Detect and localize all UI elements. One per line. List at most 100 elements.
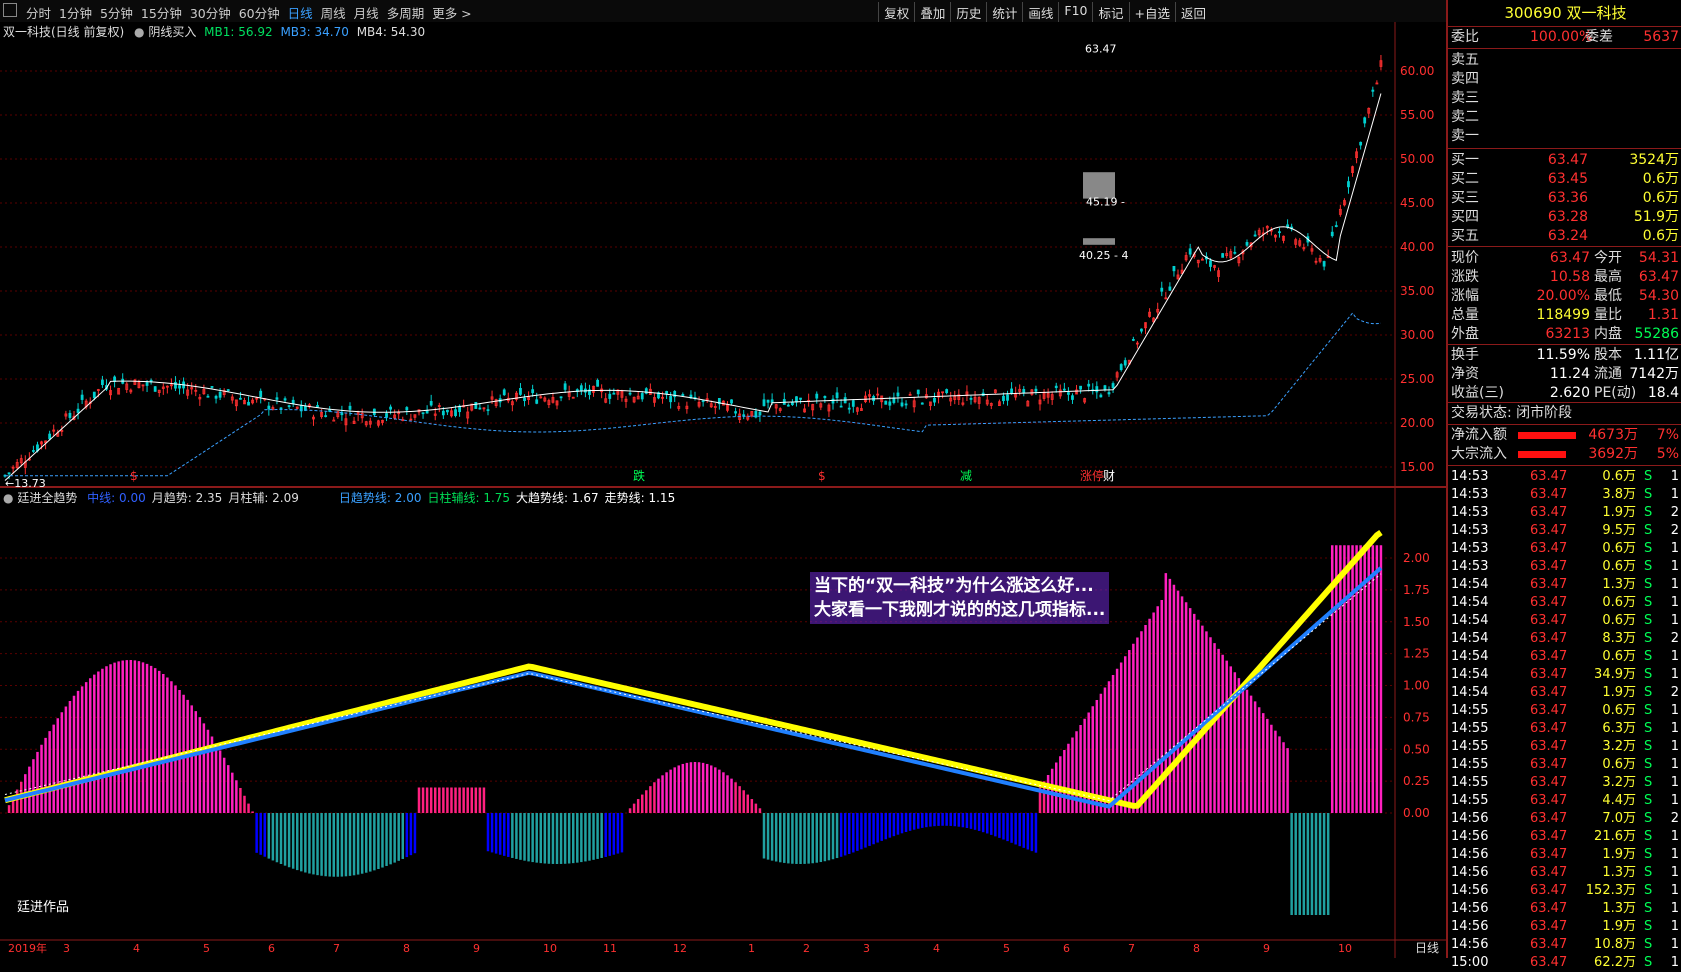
candle-body (259, 390, 263, 398)
candle-body (405, 407, 409, 411)
bid-label: 买四 (1451, 209, 1479, 225)
quote-stat-row: 现价 63.47 今开 54.31 (1448, 249, 1681, 268)
toolbar-button[interactable]: +自选 (1128, 2, 1175, 23)
candle-body (1087, 383, 1091, 387)
period-tab[interactable]: 多周期 (383, 2, 429, 23)
stat-value: 2.620 (1549, 385, 1590, 401)
bid-volume: 0.6万 (1642, 171, 1679, 187)
flow-value: 4673万 (1588, 427, 1638, 443)
indicator-toggle-icon[interactable]: ● (134, 25, 144, 39)
tick-time: 14:56 (1451, 829, 1489, 844)
tick-side: S (1644, 739, 1653, 754)
price-tick-label: 45.00 (1400, 196, 1434, 210)
candle-body (1131, 338, 1135, 341)
period-tab[interactable]: 30分钟 (186, 2, 235, 23)
time-axis-label: 8 (1193, 942, 1200, 955)
tick-time: 14:54 (1451, 685, 1489, 700)
period-tab[interactable]: 更多 > (428, 2, 475, 23)
period-tab[interactable]: 1分钟 (55, 2, 96, 23)
period-tab[interactable]: 周线 (317, 2, 350, 23)
tick-volume: 21.6万 (1594, 829, 1636, 844)
tick-volume: 6.3万 (1602, 721, 1636, 736)
candle-body (734, 411, 737, 414)
candle-body (933, 397, 936, 403)
stat-label: 换手 (1451, 347, 1479, 363)
menu-icon[interactable] (3, 3, 17, 17)
toolbar-button[interactable]: 统计 (986, 2, 1022, 23)
tick-row: 14:56 63.47 7.0万 S 2 (1448, 810, 1681, 828)
bid-label: 买一 (1451, 152, 1479, 168)
candle-body (1359, 141, 1363, 146)
candle-body (563, 383, 567, 390)
ask-row: 卖五 (1448, 51, 1681, 70)
tick-volume: 10.8万 (1594, 937, 1636, 952)
tick-count: 1 (1670, 559, 1679, 574)
bid-volume: 3524万 (1629, 152, 1679, 168)
candle-body (847, 407, 851, 410)
stat-label: 涨跌 (1451, 269, 1479, 285)
period-tab[interactable]: 分时 (22, 2, 55, 23)
period-tab[interactable]: 日线 (284, 2, 317, 23)
chart-event-marker: $ (818, 469, 826, 483)
toolbar-button[interactable]: 历史 (950, 2, 986, 23)
tick-volume: 9.5万 (1602, 523, 1636, 538)
price-tick-label: 55.00 (1400, 108, 1434, 122)
stat-value: 11.59% (1536, 347, 1590, 363)
candle-body (758, 411, 762, 416)
period-tab[interactable]: 15分钟 (137, 2, 186, 23)
tick-count: 2 (1670, 631, 1679, 646)
tick-price: 63.47 (1530, 793, 1568, 808)
price-tick-label: 15.00 (1400, 460, 1434, 474)
toolbar-button[interactable]: 复权 (878, 2, 914, 23)
price-tick-label: 40.00 (1400, 240, 1434, 254)
tick-count: 1 (1670, 541, 1679, 556)
tick-side: S (1644, 955, 1653, 970)
sub-tick-label: 0.75 (1403, 710, 1430, 724)
stock-header: 300690 双一科技 (1448, 4, 1681, 23)
tick-side: S (1644, 631, 1653, 646)
trade-status-text: 交易状态: 闭市阶段 (1451, 405, 1573, 421)
candle-body (730, 399, 733, 404)
indicator-name: 阴线买入 (148, 25, 197, 39)
candle-body (218, 391, 222, 398)
toolbar-button[interactable]: 返回 (1174, 2, 1211, 23)
period-tab[interactable]: 月线 (350, 2, 383, 23)
time-axis-label: 3 (63, 942, 70, 955)
period-tab[interactable]: 60分钟 (235, 2, 284, 23)
high-price-label: 63.47 (1085, 42, 1117, 55)
period-label: 日线 (1415, 941, 1439, 955)
stat-value: 63.47 (1549, 250, 1590, 266)
stat-label: 外盘 (1451, 326, 1479, 342)
tick-count: 1 (1670, 487, 1679, 502)
toolbar-button[interactable]: 标记 (1092, 2, 1128, 23)
ask-label: 卖一 (1451, 128, 1479, 144)
candle-body (1123, 360, 1127, 366)
period-tab[interactable]: 5分钟 (96, 2, 137, 23)
bid-label: 买五 (1451, 228, 1479, 244)
sub-indicator-toggle-icon[interactable]: ● (3, 491, 13, 505)
sub-legend-item: 大趋势线: 1.67 (516, 491, 599, 505)
candle-body (888, 401, 892, 406)
sub-legend-item: 日柱辅线: 1.75 (427, 491, 511, 505)
time-axis-label: 4 (133, 942, 140, 955)
stat-label: 流通 (1594, 366, 1622, 382)
tick-price: 63.47 (1530, 937, 1568, 952)
sub-legend-item: 中线: 0.00 (87, 491, 146, 505)
toolbar-button[interactable]: 画线 (1022, 2, 1058, 23)
candle-body (535, 399, 539, 404)
candle-body (210, 386, 214, 388)
tick-count: 1 (1670, 901, 1679, 916)
candle-body (969, 397, 973, 400)
annotation-line-2: 大家看一下我刚才说的的这几项指标... (814, 600, 1106, 620)
quote-stat-row: 涨跌 10.58 最高 63.47 (1448, 268, 1681, 287)
tick-price: 63.47 (1530, 775, 1568, 790)
flow-pct: 7% (1656, 427, 1679, 443)
toolbar-button[interactable]: 叠加 (914, 2, 950, 23)
tick-volume: 1.3万 (1602, 865, 1636, 880)
toolbar-button[interactable]: F10 (1058, 2, 1092, 23)
tick-count: 1 (1670, 937, 1679, 952)
bid-price: 63.36 (1547, 190, 1588, 206)
tick-count: 1 (1670, 757, 1679, 772)
candle-body (1010, 388, 1013, 394)
time-axis-label: 6 (1063, 942, 1070, 955)
